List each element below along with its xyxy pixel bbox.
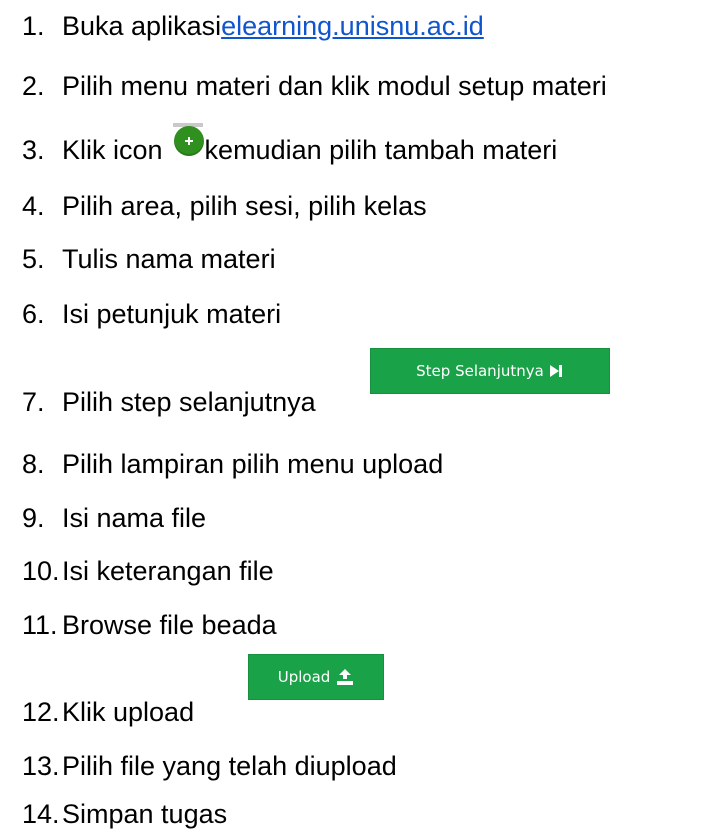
step-12: 12.Klik upload xyxy=(22,696,194,728)
step-text: Klik upload xyxy=(62,697,195,727)
step-text: Pilih menu materi dan klik modul setup m… xyxy=(62,71,607,101)
step-text: Pilih lampiran pilih menu upload xyxy=(62,449,444,479)
step-number: 7. xyxy=(22,387,45,417)
step-number: 10. xyxy=(22,556,60,586)
plus-icon xyxy=(174,126,204,156)
step-6: 6. Isi petunjuk materi xyxy=(22,298,281,330)
step-number: 11. xyxy=(22,610,58,640)
step-text: Browse file beada xyxy=(62,610,277,640)
step-selanjutnya-button[interactable]: Step Selanjutnya xyxy=(370,348,610,394)
skip-next-icon xyxy=(549,364,564,378)
step-text: Isi nama file xyxy=(62,503,207,533)
step-number: 14. xyxy=(22,799,60,829)
step-1: 1. Buka aplikasi elearning.unisnu.ac.id xyxy=(22,10,484,42)
step-11: 11. Browse file beada xyxy=(22,609,277,641)
step-7: 7. Pilih step selanjutnya xyxy=(22,386,316,418)
step-text: Tulis nama materi xyxy=(62,244,276,274)
step-10: 10.Isi keterangan file xyxy=(22,555,274,587)
button-label: Step Selanjutnya xyxy=(416,362,544,380)
step-3: 3. Klik icon kemudian pilih tambah materi xyxy=(22,134,557,166)
step-14: 14.Simpan tugas xyxy=(22,798,227,830)
step-2: 2. Pilih menu materi dan klik modul setup… xyxy=(22,70,607,102)
step-number: 6. xyxy=(22,299,45,329)
step-number: 13. xyxy=(22,751,60,781)
elearning-link[interactable]: elearning.unisnu.ac.id xyxy=(221,11,484,41)
instruction-list: 1. Buka aplikasi elearning.unisnu.ac.id 2… xyxy=(0,0,710,832)
step-text: Pilih step selanjutnya xyxy=(62,387,316,417)
step-text: Simpan tugas xyxy=(62,799,228,829)
step-text: Isi keterangan file xyxy=(62,556,274,586)
step-9: 9. Isi nama file xyxy=(22,502,206,534)
step-number: 3. xyxy=(22,135,45,165)
step-text: Isi petunjuk materi xyxy=(62,299,282,329)
step-text: Pilih file yang telah diupload xyxy=(62,751,397,781)
step-text: Buka aplikasi xyxy=(62,11,222,41)
step-text-before-icon: Klik icon xyxy=(62,135,163,165)
step-text: Pilih area, pilih sesi, pilih kelas xyxy=(62,191,427,221)
plus-circle-icon xyxy=(173,123,207,157)
step-number: 4. xyxy=(22,191,45,221)
step-number: 2. xyxy=(22,71,45,101)
step-8: 8. Pilih lampiran pilih menu upload xyxy=(22,448,443,480)
step-13: 13.Pilih file yang telah diupload xyxy=(22,750,397,782)
button-label: Upload xyxy=(277,668,331,686)
upload-icon xyxy=(336,669,354,685)
step-text-after-icon: kemudian pilih tambah materi xyxy=(204,135,558,165)
step-number: 12. xyxy=(22,697,60,727)
step-5: 5. Tulis nama materi xyxy=(22,243,276,275)
step-number: 5. xyxy=(22,244,45,274)
step-number: 1. xyxy=(22,11,45,41)
step-4: 4. Pilih area, pilih sesi, pilih kelas xyxy=(22,190,427,222)
step-number: 8. xyxy=(22,449,45,479)
upload-button[interactable]: Upload xyxy=(248,654,384,700)
step-number: 9. xyxy=(22,503,45,533)
